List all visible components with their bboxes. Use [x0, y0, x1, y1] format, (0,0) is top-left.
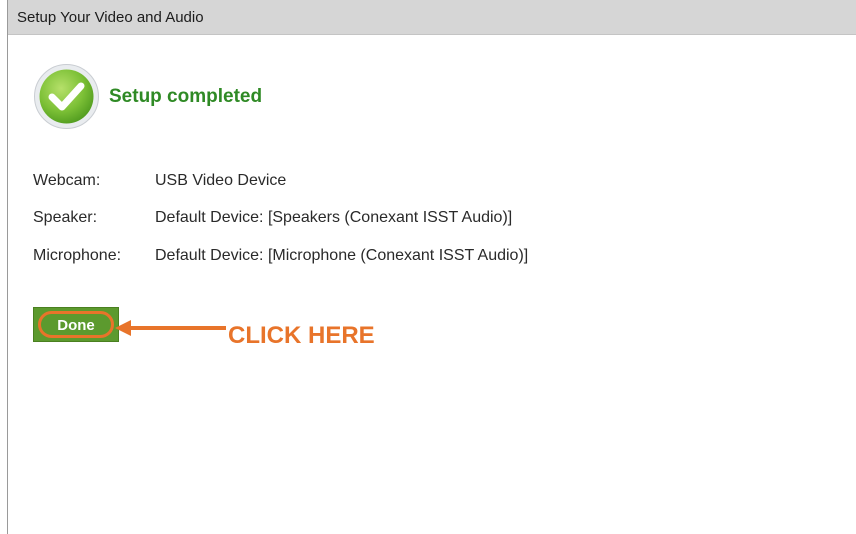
done-button-label: Done: [57, 317, 95, 334]
title-bar: Setup Your Video and Audio: [8, 0, 856, 35]
speaker-label: Speaker:: [33, 209, 98, 226]
done-button[interactable]: Done: [33, 307, 119, 342]
webcam-value: USB Video Device: [155, 172, 287, 189]
status-message: Setup completed: [109, 86, 263, 107]
click-here-annotation: CLICK HERE: [228, 322, 375, 349]
setup-dialog: Setup Your Video and Audio Setup complet…: [7, 0, 856, 534]
window-title: Setup Your Video and Audio: [17, 9, 204, 26]
webcam-label: Webcam:: [33, 172, 101, 189]
arrow-left-icon: [115, 320, 226, 336]
microphone-label: Microphone:: [33, 247, 122, 264]
speaker-value: Default Device: [Speakers (Conexant ISST…: [155, 209, 513, 226]
check-circle-icon: [34, 64, 99, 129]
microphone-value: Default Device: [Microphone (Conexant IS…: [155, 247, 529, 264]
